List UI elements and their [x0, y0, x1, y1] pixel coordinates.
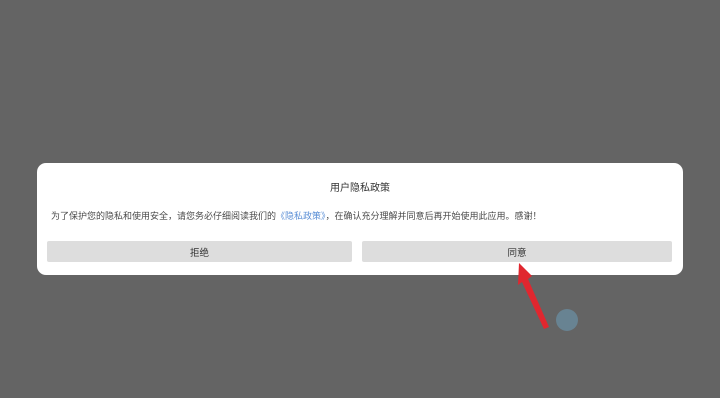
dialog-message: 为了保护您的隐私和使用安全，请您务必仔细阅读我们的《隐私政策》，在确认充分理解并…	[51, 209, 671, 222]
reject-button[interactable]: 拒绝	[47, 241, 352, 262]
message-text-after: ，在确认充分理解并同意后再开始使用此应用。感谢！	[325, 212, 542, 222]
reject-button-label: 拒绝	[189, 247, 209, 259]
privacy-policy-dialog: 用户隐私政策 为了保护您的隐私和使用安全，请您务必仔细阅读我们的《隐私政策》，在…	[37, 163, 683, 275]
agree-button[interactable]: 同意	[362, 241, 672, 262]
message-text-before: 为了保护您的隐私和使用安全，请您务必仔细阅读我们的	[51, 212, 277, 222]
watermark-logo-icon	[556, 309, 578, 331]
dialog-title: 用户隐私政策	[330, 183, 390, 194]
agree-button-label: 同意	[507, 247, 527, 259]
modal-overlay: 用户隐私政策 为了保护您的隐私和使用安全，请您务必仔细阅读我们的《隐私政策》，在…	[0, 0, 720, 398]
privacy-policy-link[interactable]: 《隐私政策》	[276, 212, 326, 222]
watermark	[556, 309, 582, 331]
